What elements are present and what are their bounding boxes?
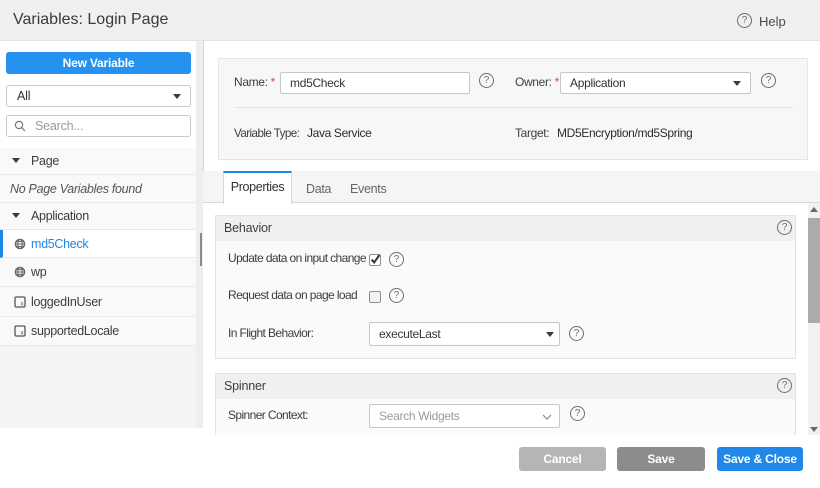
svg-text:x: x: [21, 301, 24, 307]
svg-text:x: x: [21, 331, 24, 337]
